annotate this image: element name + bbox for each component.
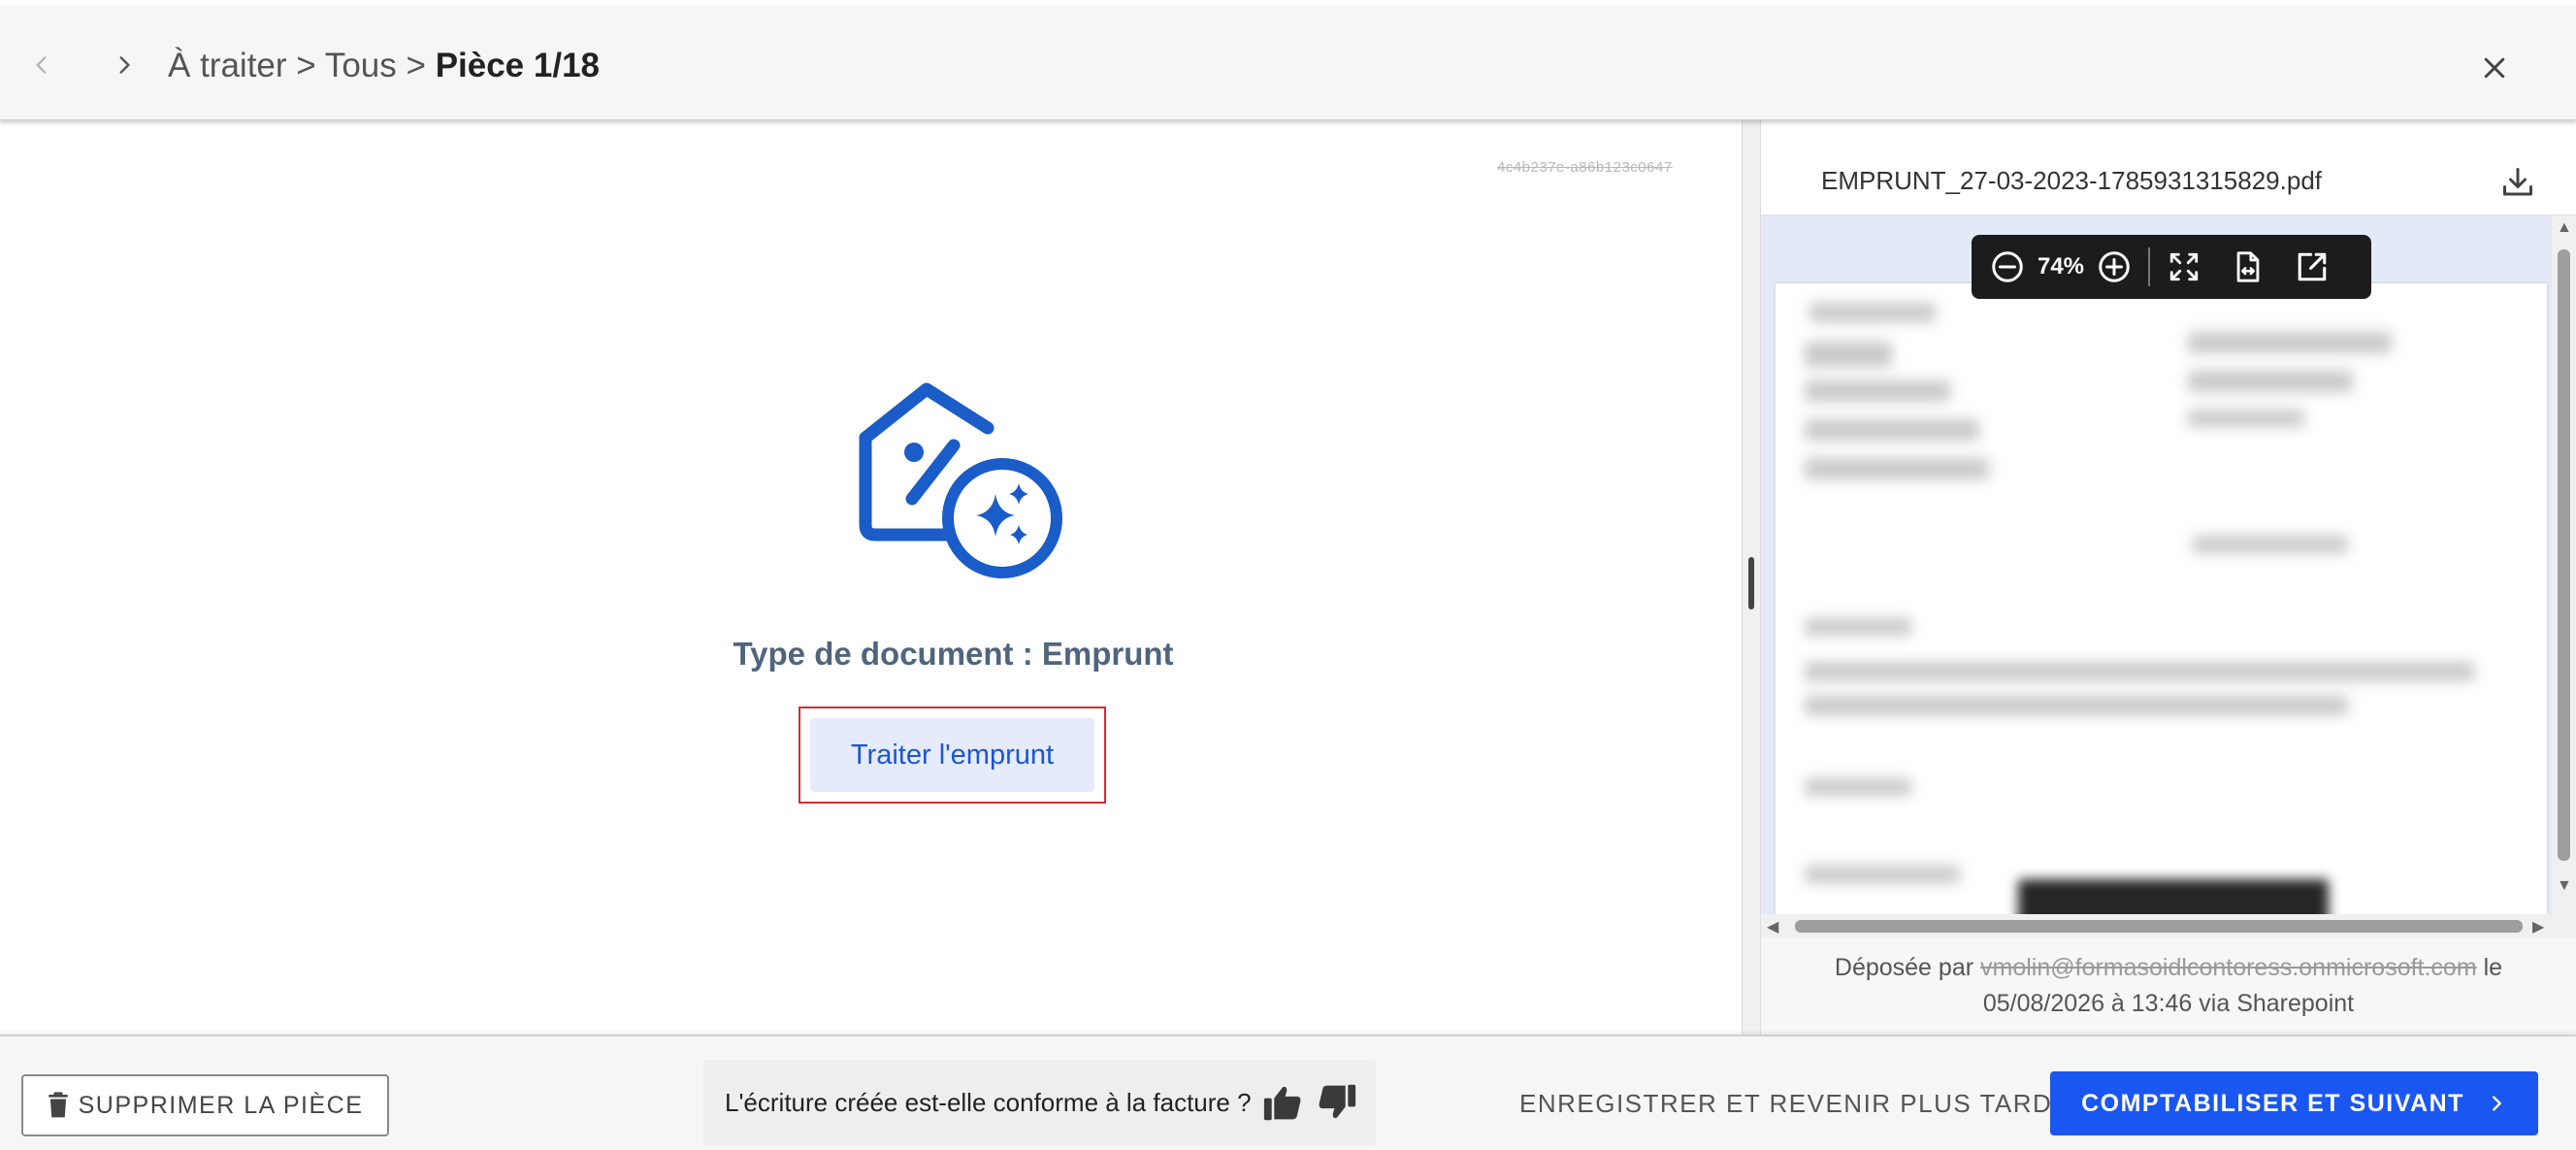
chevron-right-icon — [119, 56, 130, 74]
breadcrumb-item-a-traiter[interactable]: À traiter — [168, 47, 287, 84]
deposit-suffix: le — [2483, 954, 2503, 981]
deposit-info: Déposée par vmolin@formasoidlcontoress.o… — [1761, 950, 2576, 1022]
close-icon — [2484, 57, 2505, 79]
vertical-scroll-thumb[interactable] — [2558, 249, 2570, 861]
deposit-email: vmolin@formasoidlcontoress.onmicrosoft.c… — [1980, 954, 2477, 981]
open-external-icon — [2298, 252, 2327, 281]
breadcrumb-separator: > — [296, 47, 316, 84]
trash-icon — [48, 1092, 68, 1118]
blurred-content — [2188, 410, 2304, 427]
top-bar: À traiter > Tous > Pièce 1/18 — [0, 6, 2576, 120]
blurred-content — [1805, 696, 2348, 715]
blurred-content — [1805, 342, 1892, 367]
horizontal-scroll-thumb[interactable] — [1795, 920, 2523, 933]
thumbs-down-button[interactable] — [1314, 1079, 1360, 1126]
breadcrumb-current: Pièce 1/18 — [435, 47, 600, 84]
chevron-left-icon — [36, 56, 47, 74]
blurred-content — [1805, 778, 1911, 796]
fit-page-icon — [2236, 251, 2260, 282]
blurred-content — [2193, 536, 2348, 553]
feedback-panel: L'écriture créée est-elle conforme à la … — [703, 1060, 1376, 1145]
open-external-button[interactable] — [2288, 243, 2336, 291]
toolbar-divider — [2148, 247, 2150, 286]
thumbs-down-icon — [1319, 1084, 1355, 1119]
pdf-viewer-pane: EMPRUNT_27-03-2023-1785931315829.pdf 74%… — [1761, 120, 2576, 1035]
feedback-question: L'écriture créée est-elle conforme à la … — [725, 1087, 1252, 1117]
scroll-left-arrow[interactable]: ◀ — [1767, 917, 1778, 936]
file-bar: EMPRUNT_27-03-2023-1785931315829.pdf — [1761, 120, 2576, 215]
pdf-viewport[interactable]: 74% ▲ ▼ ◀ ▶ — [1761, 215, 2576, 938]
breadcrumb-separator: > — [406, 47, 426, 84]
deposit-prefix: Déposée par — [1834, 954, 1974, 981]
zoom-level: 74% — [2037, 253, 2085, 279]
blurred-content — [2188, 371, 2353, 392]
blurred-content — [1805, 458, 1989, 479]
delete-document-button[interactable]: SUPPRIMER LA PIÈCE — [21, 1074, 389, 1136]
document-id: 4c4b237e-a86b123c0647 — [1497, 159, 1673, 176]
scroll-right-arrow[interactable]: ▶ — [2532, 917, 2544, 936]
download-icon — [2503, 168, 2532, 196]
previous-button[interactable] — [17, 41, 66, 89]
document-detail-pane: 4c4b237e-a86b123c0647 Type de document :… — [0, 120, 1742, 1035]
download-button[interactable] — [2494, 159, 2541, 206]
zoom-in-icon — [2099, 251, 2130, 282]
pane-splitter[interactable] — [1742, 120, 1761, 1035]
process-button-highlight: Traiter l'emprunt — [799, 706, 1106, 804]
zoom-out-icon — [1992, 251, 2023, 282]
horizontal-scrollbar[interactable]: ◀ ▶ — [1761, 914, 2552, 938]
pdf-toolbar: 74% — [1972, 235, 2371, 299]
action-bar: SUPPRIMER LA PIÈCE L'écriture créée est-… — [0, 1035, 2576, 1150]
blurred-content — [1805, 618, 1911, 636]
post-and-next-label: COMPTABILISER ET SUIVANT — [2081, 1089, 2464, 1117]
next-button[interactable] — [100, 41, 148, 89]
chevron-right-icon — [2492, 1096, 2501, 1111]
fullscreen-button[interactable] — [2160, 243, 2208, 291]
breadcrumb-item-tous[interactable]: Tous — [325, 47, 397, 84]
blurred-content — [1805, 662, 2474, 681]
close-button[interactable] — [2469, 43, 2520, 93]
zoom-out-button[interactable] — [1983, 243, 2032, 291]
thumbs-up-icon — [1263, 1086, 1300, 1121]
fit-page-button[interactable] — [2224, 243, 2272, 291]
thumbs-up-button[interactable] — [1259, 1079, 1306, 1126]
breadcrumb: À traiter > Tous > Pièce 1/18 — [168, 47, 600, 85]
blurred-content — [1810, 303, 1936, 322]
blurred-content — [2188, 332, 2392, 353]
post-and-next-button[interactable]: COMPTABILISER ET SUIVANT — [2050, 1071, 2538, 1135]
vertical-scrollbar[interactable]: ▲ ▼ — [2552, 215, 2576, 938]
deposit-date: 05/08/2026 à 13:46 via Sharepoint — [1982, 990, 2355, 1017]
splitter-handle[interactable] — [1748, 557, 1754, 609]
scroll-up-arrow[interactable]: ▲ — [2557, 219, 2572, 237]
zoom-in-button[interactable] — [2090, 243, 2138, 291]
save-and-return-later-button[interactable]: ENREGISTRER ET REVENIR PLUS TARD — [1519, 1089, 2052, 1119]
scroll-down-arrow[interactable]: ▼ — [2557, 877, 2572, 895]
blurred-content — [1805, 419, 1979, 441]
delete-document-label: SUPPRIMER LA PIÈCE — [78, 1091, 364, 1119]
process-loan-button[interactable]: Traiter l'emprunt — [810, 718, 1094, 792]
blurred-content — [1805, 866, 1960, 883]
document-type-label: Type de document : Emprunt — [733, 636, 1174, 672]
blurred-content — [1805, 380, 1950, 402]
fullscreen-icon — [2169, 252, 2199, 281]
tag-percent-sparkle-icon — [859, 382, 1062, 578]
file-name: EMPRUNT_27-03-2023-1785931315829.pdf — [1821, 166, 2323, 195]
pdf-page-preview — [1776, 283, 2547, 932]
